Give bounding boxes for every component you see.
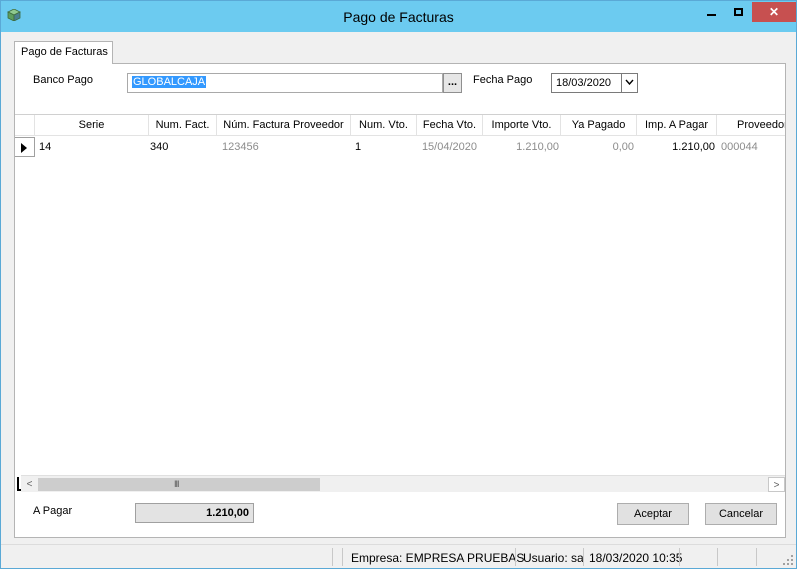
horizontal-scrollbar[interactable]: < III > [21,475,785,492]
window-title: Pago de Facturas [343,9,454,25]
status-usuario: Usuario: sa [523,551,584,565]
fecha-pago-label: Fecha Pago [473,74,533,86]
status-separator [717,548,718,566]
column-header-ya-pagado[interactable]: Ya Pagado [561,115,637,136]
scroll-right-icon[interactable]: > [768,477,785,492]
title-bar[interactable]: Pago de Facturas ✕ [1,1,796,32]
current-row-arrow-icon [21,143,27,153]
cell-fecha-vto[interactable]: 15/04/2020 [419,137,477,157]
row-selector[interactable] [15,137,35,157]
cell-serie[interactable]: 14 [39,137,139,157]
minimize-icon [707,14,716,16]
cell-proveedor[interactable]: 000044 [721,137,785,157]
column-header-proveedor[interactable]: Proveedor [717,115,785,136]
fecha-pago-value: 18/03/2020 [556,77,612,89]
column-header-fecha-vto[interactable]: Fecha Vto. [417,115,483,136]
status-empresa: Empresa: EMPRESA PRUEBAS [351,551,525,565]
banco-pago-value: GLOBALCAJA [132,76,207,88]
status-separator [515,548,516,566]
banco-pago-label: Banco Pago [33,74,93,86]
scroll-grip-icon: III [174,479,179,489]
banco-pago-input[interactable]: GLOBALCAJA [127,73,443,93]
status-separator [679,548,680,566]
a-pagar-total: 1.210,00 [135,503,254,523]
chevron-down-icon [625,79,634,85]
scroll-thumb[interactable]: III [38,478,320,491]
maximize-button[interactable] [725,2,752,22]
column-header-imp-a-pagar[interactable]: Imp. A Pagar [637,115,717,136]
cell-num-vto[interactable]: 1 [355,137,415,157]
row-header-corner [15,115,35,136]
facturas-grid[interactable]: Serie Num. Fact. Núm. Factura Proveedor … [15,114,785,476]
maximize-icon [734,8,743,16]
minimize-button[interactable] [698,2,725,22]
resize-grip-icon[interactable] [783,555,793,565]
cell-num-fact[interactable]: 340 [150,137,210,157]
banco-browse-button[interactable]: ... [443,73,462,93]
status-separator [342,548,343,566]
column-header-num-fact[interactable]: Num. Fact. [149,115,217,136]
fecha-dropdown-button[interactable] [621,74,637,92]
cell-importe-vto[interactable]: 1.210,00 [485,137,559,157]
aceptar-button[interactable]: Aceptar [617,503,689,525]
status-datetime: 18/03/2020 10:35 [589,551,683,565]
status-separator [583,548,584,566]
close-button[interactable]: ✕ [752,2,796,22]
cell-ya-pagado[interactable]: 0,00 [563,137,634,157]
scroll-left-icon[interactable]: < [21,477,38,492]
column-header-num-vto[interactable]: Num. Vto. [351,115,417,136]
cell-imp-a-pagar[interactable]: 1.210,00 [639,137,715,157]
status-bar: Empresa: EMPRESA PRUEBAS Usuario: sa 18/… [1,544,796,568]
column-header-serie[interactable]: Serie [35,115,149,136]
column-header-num-factura-proveedor[interactable]: Núm. Factura Proveedor [217,115,351,136]
cell-num-factura-proveedor[interactable]: 123456 [222,137,342,157]
close-icon: ✕ [768,5,780,19]
cancelar-button[interactable]: Cancelar [705,503,777,525]
status-separator [332,548,333,566]
tab-pago-facturas[interactable]: Pago de Facturas [14,41,113,64]
column-header-importe-vto[interactable]: Importe Vto. [483,115,561,136]
status-separator [756,548,757,566]
main-window: Pago de Facturas ✕ Pago de Facturas Banc… [0,0,797,569]
a-pagar-label: A Pagar [33,505,73,517]
